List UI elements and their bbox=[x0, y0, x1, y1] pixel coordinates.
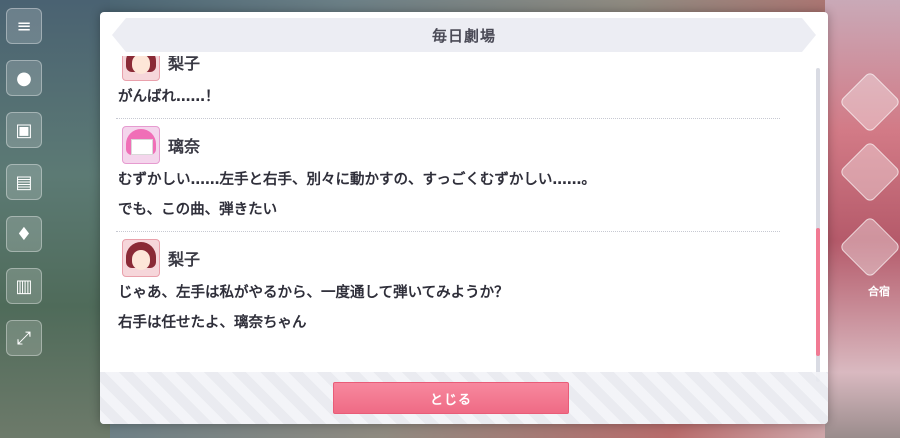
speaker-row: 璃奈 bbox=[116, 125, 780, 165]
chat-icon[interactable]: ● bbox=[6, 60, 42, 96]
dialog-header: 毎日劇場 bbox=[112, 18, 816, 52]
scrollbar[interactable] bbox=[816, 68, 820, 382]
dialogue-entry: 梨子 がんばれ……！ bbox=[116, 56, 780, 119]
dialogue-log[interactable]: 梨子 がんばれ……！ 璃奈 むずかしい……左手と右手、別々に動かすの、すっごくむ… bbox=[116, 56, 780, 376]
menu-icon[interactable]: ≡ bbox=[6, 8, 42, 44]
dialogue-line: じゃあ、左手は私がやるから、一度通して弾いてみようか？ bbox=[118, 285, 509, 301]
sidebar: ≡ ● ▣ ▤ ♦ ▥ ⤢ bbox=[6, 8, 44, 372]
dialog-title: 毎日劇場 bbox=[431, 26, 496, 45]
dialogue-line: 右手は任せたよ、璃奈ちゃん bbox=[118, 315, 307, 331]
camp-label[interactable]: 合宿 bbox=[868, 283, 890, 299]
daily-theater-dialog: 毎日劇場 梨子 がんばれ……！ 璃奈 むずかしい……左手と右手、別々に動かすの、… bbox=[100, 12, 828, 424]
dialogue-line: がんばれ……！ bbox=[118, 89, 220, 105]
chest-icon[interactable]: ▥ bbox=[6, 268, 42, 304]
gift-icon[interactable]: ▤ bbox=[6, 164, 42, 200]
riko-avatar-icon bbox=[122, 56, 160, 81]
speaker-row: 梨子 bbox=[116, 238, 780, 278]
event-icon[interactable]: ▣ bbox=[6, 112, 42, 148]
speaker-name: 梨子 bbox=[168, 250, 201, 269]
speaker-row: 梨子 bbox=[116, 56, 780, 82]
dialogue-entry: 璃奈 むずかしい……左手と右手、別々に動かすの、すっごくむずかしい……。 でも、… bbox=[116, 119, 780, 232]
speaker-name: 梨子 bbox=[168, 56, 201, 73]
background-right bbox=[825, 0, 900, 438]
speaker-name: 璃奈 bbox=[168, 137, 201, 156]
dialogue-line: でも、この曲、弾きたい bbox=[118, 202, 278, 218]
dialogue-line: むずかしい……左手と右手、別々に動かすの、すっごくむずかしい……。 bbox=[118, 172, 596, 188]
rina-avatar-icon bbox=[122, 126, 160, 164]
dialogue-entry: 梨子 じゃあ、左手は私がやるから、一度通して弾いてみようか？ 右手は任せたよ、璃… bbox=[116, 232, 780, 344]
close-button[interactable]: とじる bbox=[333, 382, 569, 414]
expand-icon[interactable]: ⤢ bbox=[6, 320, 42, 356]
scrollbar-thumb[interactable] bbox=[816, 228, 820, 356]
riko-avatar-icon bbox=[122, 239, 160, 277]
mail-icon[interactable]: ♦ bbox=[6, 216, 42, 252]
